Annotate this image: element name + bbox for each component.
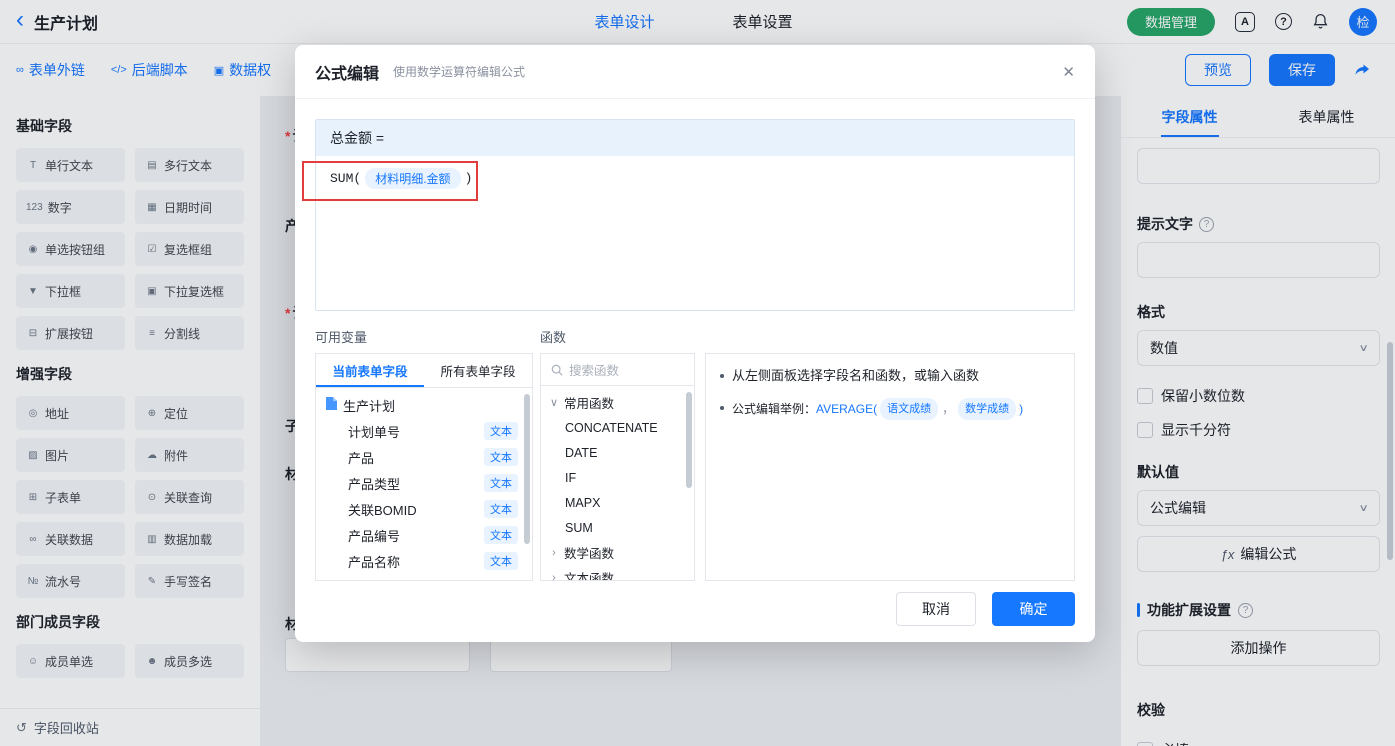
bullet-dot [720, 406, 724, 410]
formula-expression: SUM( 材料明细.金额 ) [330, 168, 1060, 189]
variable-name: 产品名称 [348, 554, 401, 570]
variable-type-tag: 文本 [484, 422, 518, 440]
variable-name: 关联BOMID [348, 502, 417, 518]
functions-tree: ∨ 常用函数 CONCATENATE DATE IF MAPX SUM › 数学函数 › 文本函数 [541, 386, 694, 581]
variable-row[interactable]: 产品编号 文本 [316, 522, 532, 548]
help-comma: ， [942, 402, 955, 416]
example-field-chip: 数学成绩 [958, 398, 1017, 420]
chevron-right-icon: › [552, 546, 556, 559]
chevron-down-icon: ∨ [549, 397, 559, 409]
close-icon[interactable]: ✕ [1062, 63, 1075, 81]
function-group-数学函数[interactable]: › 数学函数 [541, 540, 694, 565]
modal-header: 公式编辑 使用数学运算符编辑公式 ✕ [295, 45, 1095, 99]
panel-labels: 可用变量 函数 [315, 327, 1075, 345]
function-group-文本函数[interactable]: › 文本函数 [541, 565, 694, 581]
field-chip[interactable]: 材料明细.金额 [365, 168, 461, 189]
modal-title: 公式编辑 [315, 65, 380, 83]
help-line-2: 公式编辑举例： AVERAGE( 语文成绩 ， 数学成绩 ) [720, 398, 1060, 420]
app: ‹ 生产计划 表单设计 表单设置 数据管理 A ? 检 ∞ 表单外链 </> 后端脚本… [0, 0, 1395, 746]
function-item-SUM[interactable]: SUM [541, 515, 694, 540]
cancel-button[interactable]: 取消 [896, 592, 976, 626]
variable-type-tag: 文本 [484, 552, 518, 570]
formula-editor-modal: 公式编辑 使用数学运算符编辑公式 ✕ 总金额 = SUM( 材料明细.金额 ) … [295, 45, 1095, 642]
help-line-1: 从左侧面板选择字段名和函数，或输入函数 [720, 366, 1060, 386]
variable-name: 产品类型 [348, 476, 401, 492]
variable-type-tag: 文本 [484, 500, 518, 518]
variable-row[interactable]: 产品 文本 [316, 444, 532, 470]
formula-target: 总金额 = [330, 130, 385, 146]
function-group-常用函数[interactable]: ∨ 常用函数 [541, 390, 694, 415]
function-item-CONCATENATE[interactable]: CONCATENATE [541, 415, 694, 440]
variable-row[interactable]: 产品名称 文本 [316, 548, 532, 574]
formula-box: 总金额 = SUM( 材料明细.金额 ) [315, 119, 1075, 311]
search-icon [551, 364, 563, 376]
tab-current-form-fields[interactable]: 当前表单字段 [316, 354, 424, 387]
modal-footer: 取消 确定 [896, 592, 1075, 626]
tree-root-label: 生产计划 [343, 398, 396, 414]
help-text: 公式编辑举例： [732, 402, 817, 416]
example-field-chip: 语文成绩 [880, 398, 939, 420]
functions-label: 函数 [540, 330, 567, 345]
variable-name: 计划单号 [348, 424, 401, 440]
variable-name: 产品编号 [348, 528, 401, 544]
modal-subtitle: 使用数学运算符编辑公式 [393, 65, 526, 79]
variables-panel: 当前表单字段 所有表单字段 生产计划 计划单号 文本 产品 文本 产品类型 文本 关联BOM… [315, 353, 533, 581]
variable-row[interactable]: 关联BOMID 文本 [316, 496, 532, 522]
formula-target-row: 总金额 = [316, 120, 1074, 156]
function-search-input[interactable]: 搜索函数 [541, 354, 694, 386]
variables-list: 生产计划 计划单号 文本 产品 文本 产品类型 文本 关联BOMID 文本 产品编号 文本 产品名称… [316, 388, 532, 574]
tree-root-form[interactable]: 生产计划 [316, 392, 532, 418]
variable-row[interactable]: 计划单号 文本 [316, 418, 532, 444]
variable-type-tag: 文本 [484, 526, 518, 544]
variables-label: 可用变量 [315, 330, 368, 345]
help-text: 从左侧面板选择字段名和函数，或输入函数 [732, 368, 980, 383]
formula-help-panel: 从左侧面板选择字段名和函数，或输入函数 公式编辑举例： AVERAGE( 语文成… [705, 353, 1075, 581]
functions-panel: 搜索函数 ∨ 常用函数 CONCATENATE DATE IF MAPX SUM › 数学函数 ›… [540, 353, 695, 581]
modal-panels: 当前表单字段 所有表单字段 生产计划 计划单号 文本 产品 文本 产品类型 文本 关联BOM… [315, 353, 1075, 581]
variable-type-tag: 文本 [484, 474, 518, 492]
help-function: AVERAGE( [816, 402, 878, 416]
tab-all-form-fields[interactable]: 所有表单字段 [424, 354, 532, 387]
variable-row[interactable]: 产品类型 文本 [316, 470, 532, 496]
function-group-label: 常用函数 [564, 397, 615, 411]
formula-editor-area[interactable]: SUM( 材料明细.金额 ) [316, 156, 1074, 310]
function-item-DATE[interactable]: DATE [541, 440, 694, 465]
function-item-MAPX[interactable]: MAPX [541, 490, 694, 515]
variables-scrollbar[interactable] [524, 394, 530, 544]
functions-scrollbar[interactable] [686, 392, 692, 488]
variable-name: 产品 [348, 450, 375, 466]
modal-body: 总金额 = SUM( 材料明细.金额 ) 可用变量 函数 当前表单字段 所有表单… [295, 99, 1095, 581]
form-doc-icon [326, 397, 337, 413]
bullet-dot [720, 374, 724, 378]
formula-suffix: ) [464, 171, 473, 186]
function-group-label: 数学函数 [564, 547, 615, 561]
variable-type-tag: 文本 [484, 448, 518, 466]
help-paren: ) [1019, 402, 1024, 416]
confirm-button[interactable]: 确定 [992, 592, 1075, 626]
function-group-label: 文本函数 [564, 572, 615, 581]
search-placeholder: 搜索函数 [569, 364, 620, 378]
formula-prefix: SUM( [330, 171, 362, 186]
variables-tabs: 当前表单字段 所有表单字段 [316, 354, 532, 388]
chevron-right-icon: › [552, 571, 556, 581]
help-example: 公式编辑举例： AVERAGE( 语文成绩 ， 数学成绩 ) [732, 398, 1023, 420]
function-item-IF[interactable]: IF [541, 465, 694, 490]
